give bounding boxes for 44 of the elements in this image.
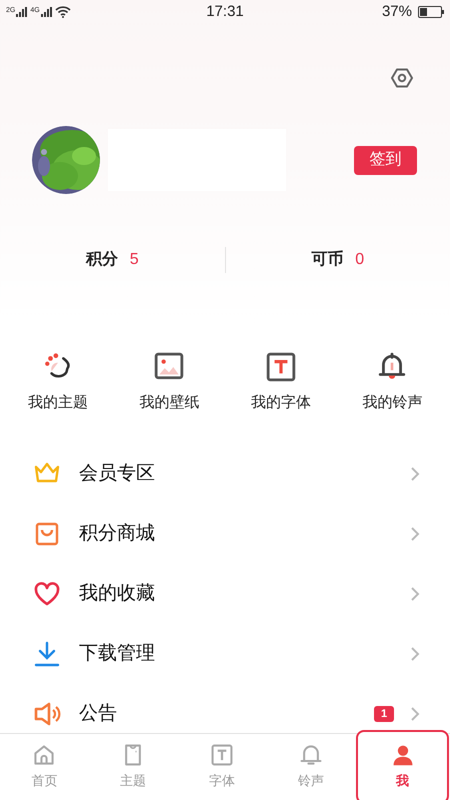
home-icon (32, 743, 56, 768)
sign-in-button[interactable]: 签到 (354, 146, 417, 174)
shortcut-link[interactable]: 我的字体 (250, 392, 311, 414)
signal-icon (16, 7, 28, 17)
chevron-right-icon (410, 466, 420, 482)
battery-percentage: 37% (382, 2, 412, 22)
shortcut-link[interactable]: 我的主题 (28, 392, 88, 414)
bell-icon (298, 743, 323, 768)
settings-button[interactable] (390, 66, 414, 90)
menu-label: 公告 (79, 702, 117, 726)
tab[interactable]: 我 (356, 730, 449, 800)
shortcut-link[interactable]: 我的壁纸 (139, 392, 200, 414)
chevron-right-icon (410, 526, 420, 542)
shortcut-link[interactable]: 我的铃声 (362, 392, 422, 414)
status-time: 17:31 (205, 2, 245, 22)
stat-value: 0 (355, 250, 364, 270)
menu-label: 积分商城 (79, 522, 155, 546)
menu-item[interactable]: 积分商城 (0, 504, 450, 564)
chevron-right-icon (410, 646, 420, 662)
stat-label: 可币 (311, 249, 344, 270)
wallpaper-shortcut-icon (154, 352, 184, 382)
font-icon (210, 743, 234, 768)
menu-item[interactable]: 下载管理 (0, 624, 450, 684)
chevron-right-icon (410, 586, 420, 602)
menu-item[interactable]: 我的收藏 (0, 564, 450, 624)
menu-label: 下载管理 (79, 642, 155, 666)
chevron-right-icon (410, 706, 420, 722)
heart-icon (33, 580, 61, 608)
wifi-icon (54, 6, 71, 18)
shopping-bag-icon (33, 520, 61, 548)
menu-item[interactable]: 公告 1 (0, 684, 450, 733)
battery-icon (418, 6, 444, 18)
stat-value: 5 (130, 250, 139, 270)
menu-label: 我的收藏 (79, 582, 155, 606)
person-icon (390, 743, 415, 768)
speaker-icon (33, 700, 61, 728)
signal-icon (40, 7, 53, 17)
menu-item[interactable]: 会员专区 (0, 444, 450, 504)
download-icon (33, 640, 61, 668)
font-shortcut-icon (266, 352, 296, 382)
notification-badge: 1 (374, 706, 394, 722)
settings-icon (391, 67, 413, 89)
stat-label: 积分 (86, 250, 118, 270)
menu-label: 会员专区 (79, 462, 155, 486)
